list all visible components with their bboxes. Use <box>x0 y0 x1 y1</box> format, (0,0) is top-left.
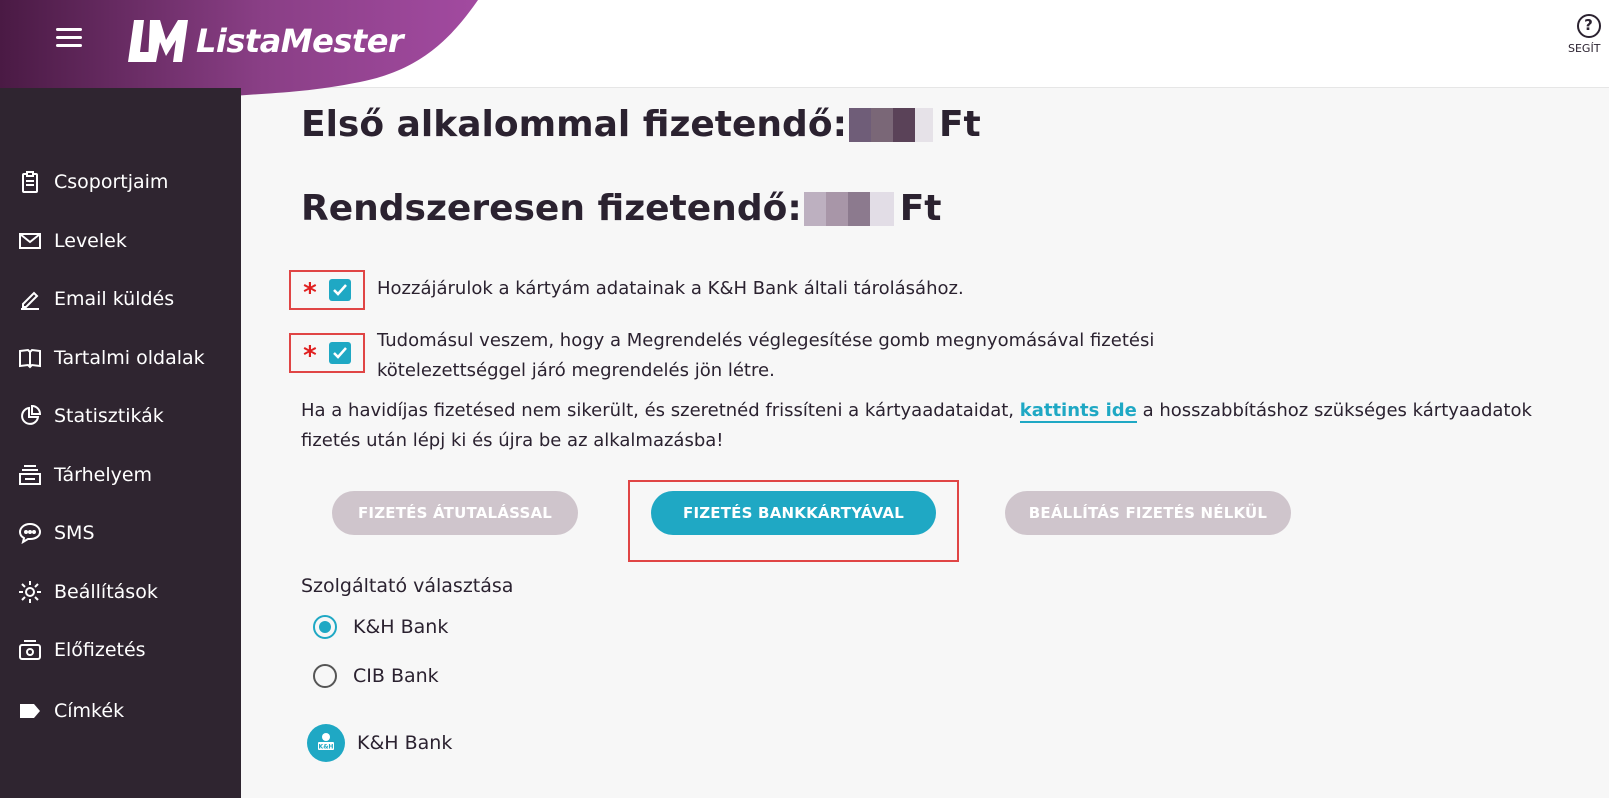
first-payment-label: Első alkalommal fizetendő: <box>301 104 847 145</box>
provider-option-cib[interactable]: CIB Bank <box>313 664 439 688</box>
listamester-logo-icon <box>128 20 188 62</box>
sidebar-item-label: Email küldés <box>54 288 175 310</box>
recurring-payment-heading: Rendszeresen fizetendő: Ft <box>301 188 942 229</box>
redacted-amount <box>848 107 933 142</box>
consent-checkbox-order-obligation[interactable] <box>328 342 351 364</box>
tag-icon <box>18 699 42 723</box>
sidebar-item-levelek[interactable]: Levelek <box>18 226 127 256</box>
clipboard-icon <box>18 170 42 194</box>
top-bar: ListaMester ? SEGÍT <box>0 0 1609 129</box>
sidebar-item-cimkek[interactable]: Címkék <box>18 696 124 726</box>
sidebar-item-tarhelyem[interactable]: Tárhelyem <box>18 460 152 490</box>
pay-by-transfer-button[interactable]: FIZETÉS ÁTUTALÁSSAL <box>332 491 578 535</box>
pay-by-card-button[interactable]: FIZETÉS BANKKÁRTYÁVAL <box>651 491 936 535</box>
currency-label: Ft <box>899 188 942 229</box>
checkmark-icon <box>333 347 347 359</box>
setup-without-payment-button[interactable]: BEÁLLÍTÁS FIZETÉS NÉLKÜL <box>1005 491 1291 535</box>
provider-option-kh[interactable]: K&H Bank <box>313 615 448 639</box>
sidebar-item-email-kuldes[interactable]: Email küldés <box>18 284 174 314</box>
info-text-end: a hosszabbításhoz szükséges kártyaadatok <box>1136 400 1532 421</box>
radio-kh-bank[interactable] <box>313 615 337 639</box>
brand-name: ListaMester <box>196 22 404 60</box>
checkmark-icon <box>333 284 347 296</box>
main-content: Első alkalommal fizetendő: Ft Rendszeres… <box>241 88 1609 798</box>
sidebar-item-label: Címkék <box>54 700 125 722</box>
storage-icon <box>18 463 42 487</box>
brand-logo[interactable]: ListaMester <box>128 18 404 64</box>
pencil-icon <box>18 287 42 311</box>
sidebar-item-label: Levelek <box>54 230 127 252</box>
kh-logo-text: K&H <box>319 744 334 751</box>
sidebar-item-elofizetes[interactable]: Előfizetés <box>18 635 146 665</box>
sidebar-item-tartalmi-oldalak[interactable]: Tartalmi oldalak <box>18 343 205 373</box>
sidebar-item-label: Tartalmi oldalak <box>54 347 205 369</box>
kh-bank-logo-icon: K&H <box>307 724 345 762</box>
consent-checkbox-card-storage[interactable] <box>328 279 351 301</box>
sidebar-item-csoportjaim[interactable]: Csoportjaim <box>18 167 168 197</box>
click-here-link[interactable]: kattints ide <box>1019 400 1137 423</box>
chat-bubble-icon <box>18 521 42 545</box>
consent-text: Tudomásul veszem, hogy a Megrendelés vég… <box>377 330 1155 381</box>
currency-label: Ft <box>938 104 981 145</box>
selected-bank-label: K&H Bank <box>357 732 453 754</box>
help-label: SEGÍT <box>1568 42 1601 55</box>
selected-bank: K&H K&H Bank <box>307 724 452 762</box>
pie-chart-icon <box>18 404 42 428</box>
sidebar-item-beallitasok[interactable]: Beállítások <box>18 577 158 607</box>
sidebar: Csoportjaim Levelek Email küldés Tartalm… <box>0 88 241 798</box>
consent-row-card-storage: * Hozzájárulok a kártyám adatainak a K&H… <box>289 270 1277 310</box>
first-payment-heading: Első alkalommal fizetendő: Ft <box>301 104 981 145</box>
envelope-icon <box>18 229 42 253</box>
required-checkbox-highlight: * <box>289 270 365 310</box>
help-button[interactable]: ? SEGÍT <box>1568 14 1609 74</box>
sidebar-item-label: SMS <box>54 522 95 544</box>
sidebar-item-label: Statisztikák <box>54 405 164 427</box>
consent-text: Hozzájárulok a kártyám adatainak a K&H B… <box>377 278 964 299</box>
recurring-payment-label: Rendszeresen fizetendő: <box>301 188 802 229</box>
required-mark: * <box>303 278 317 308</box>
sidebar-item-label: Beállítások <box>54 581 158 603</box>
sidebar-item-sms[interactable]: SMS <box>18 518 95 548</box>
radio-cib-bank[interactable] <box>313 664 337 688</box>
provider-label: Szolgáltató választása <box>301 575 514 597</box>
card-update-info: Ha a havidíjas fizetésed nem sikerült, é… <box>301 396 1601 456</box>
question-mark-icon: ? <box>1576 14 1601 38</box>
hamburger-menu-icon[interactable] <box>56 28 82 50</box>
info-text-line2: fizetés után lépj ki és újra be az alkal… <box>301 430 724 451</box>
info-text-start: Ha a havidíjas fizetésed nem sikerült, é… <box>301 400 1020 421</box>
sidebar-item-label: Tárhelyem <box>54 464 153 486</box>
book-icon <box>18 346 42 370</box>
sidebar-item-label: Előfizetés <box>54 639 146 661</box>
required-checkbox-highlight: * <box>289 333 365 373</box>
subscription-icon <box>18 638 42 662</box>
required-mark: * <box>303 341 317 371</box>
sidebar-item-statisztikak[interactable]: Statisztikák <box>18 401 164 431</box>
gear-icon <box>18 580 42 604</box>
redacted-amount <box>803 191 894 226</box>
consent-row-order-obligation: * Tudomásul veszem, hogy a Megrendelés v… <box>289 326 1237 386</box>
provider-option-label: CIB Bank <box>353 665 439 687</box>
provider-option-label: K&H Bank <box>353 616 449 638</box>
sidebar-item-label: Csoportjaim <box>54 171 169 193</box>
